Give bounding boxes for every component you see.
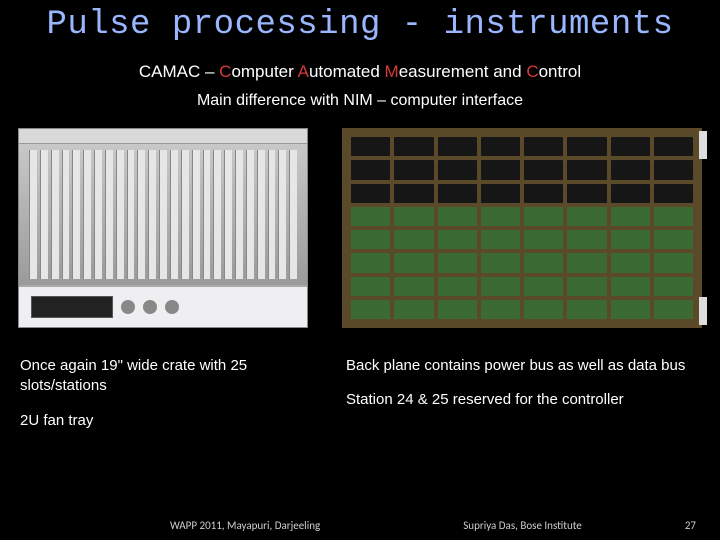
slide: Pulse processing - instruments CAMAC – C… [0, 0, 720, 540]
hl-c: C [219, 62, 231, 81]
hl-a: A [298, 62, 309, 81]
footer-page: 27 [685, 519, 696, 532]
controller-text: Station 24 & 25 reserved for the control… [346, 390, 700, 410]
crate-image [18, 128, 308, 328]
crate-text: Once again 19" wide crate with 25 slots/… [20, 356, 320, 397]
right-column: Back plane contains power bus as well as… [346, 356, 700, 445]
word-control: ontrol [539, 62, 582, 81]
fan-text: 2U fan tray [20, 411, 320, 431]
image-row [0, 128, 720, 328]
subtitle: CAMAC – Computer Automated Measurement a… [0, 62, 720, 82]
hl-m: M [385, 62, 399, 81]
subnote: Main difference with NIM – computer inte… [0, 92, 720, 110]
board-image [342, 128, 702, 328]
word-measurement: easurement and [399, 62, 527, 81]
bus-text: Back plane contains power bus as well as… [346, 356, 700, 376]
left-column: Once again 19" wide crate with 25 slots/… [20, 356, 320, 445]
footer-event: WAPP 2011, Mayapuri, Darjeeling [170, 519, 320, 532]
word-automated: utomated [309, 62, 385, 81]
subtitle-prefix: CAMAC – [139, 62, 219, 81]
footer-author: Supriya Das, Bose Institute [463, 519, 582, 532]
text-columns: Once again 19" wide crate with 25 slots/… [0, 356, 720, 445]
word-computer: omputer [231, 62, 297, 81]
hl-c2: C [526, 62, 538, 81]
slide-title: Pulse processing - instruments [0, 0, 720, 44]
footer: WAPP 2011, Mayapuri, Darjeeling Supriya … [0, 519, 720, 532]
